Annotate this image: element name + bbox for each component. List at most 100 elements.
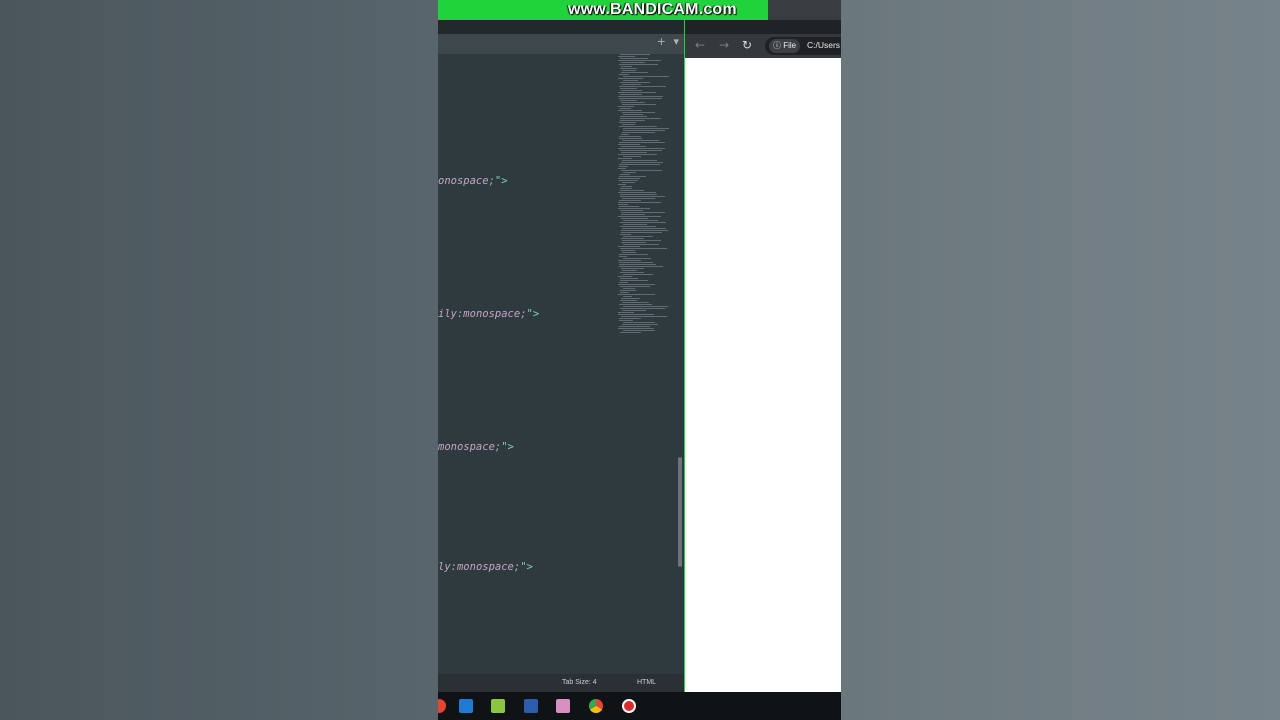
forward-arrow-icon[interactable]: →	[719, 38, 729, 52]
minimap-line	[621, 170, 662, 171]
minimap-line	[619, 136, 641, 137]
minimap-line	[618, 276, 632, 277]
minimap-line	[623, 322, 655, 323]
browser-tab-bar	[685, 20, 841, 34]
minimap-line	[618, 192, 656, 193]
watermark-text: www.BANDICAM.com	[568, 1, 737, 18]
minimap-line	[619, 138, 642, 139]
minimap-line	[620, 88, 637, 89]
minimap-line	[618, 202, 661, 203]
minimap-line	[623, 172, 636, 173]
minimap-line	[619, 254, 648, 255]
notepad-icon[interactable]	[491, 699, 505, 713]
minimap-line	[622, 70, 636, 71]
minimap-line	[622, 240, 661, 241]
minimap-line	[621, 146, 646, 147]
new-tab-button[interactable]: +	[657, 35, 666, 48]
browser-viewport[interactable]	[685, 58, 841, 692]
minimap-line	[620, 68, 637, 69]
record-icon[interactable]	[622, 699, 636, 713]
minimap-line	[618, 106, 634, 107]
minimap-line	[623, 306, 668, 307]
editor-scrollbar[interactable]	[678, 457, 682, 567]
minimap-line	[623, 220, 658, 221]
minimap-line	[619, 200, 641, 201]
minimap-line	[623, 288, 635, 289]
language-indicator[interactable]: HTML	[637, 679, 656, 686]
minimap-line	[619, 180, 638, 181]
minimap-line	[623, 330, 655, 331]
minimap-line	[618, 284, 655, 285]
minimap-line	[620, 94, 642, 95]
minimap-line	[619, 126, 657, 127]
editor-minimap[interactable]	[618, 54, 676, 344]
code-area[interactable]: onospace;"> ily:monospace;"> monospace;"…	[438, 54, 618, 674]
code-editor: + ▾ onospace;"> ily:monospace;"> monospa…	[438, 20, 685, 692]
minimap-line	[623, 80, 638, 81]
app-icon[interactable]	[459, 699, 473, 713]
minimap-line	[618, 96, 663, 97]
minimap-line	[620, 116, 647, 117]
minimap-line	[618, 208, 650, 209]
code-line: ly:monospace;">	[438, 561, 533, 573]
minimap-line	[620, 82, 650, 83]
chrome-icon[interactable]	[438, 699, 446, 713]
minimap-line	[620, 308, 665, 309]
minimap-line	[621, 268, 644, 269]
minimap-line	[621, 218, 648, 219]
minimap-line	[621, 214, 645, 215]
word-icon[interactable]	[524, 699, 538, 713]
paint-icon[interactable]	[556, 699, 570, 713]
minimap-line	[619, 86, 666, 87]
minimap-line	[622, 84, 641, 85]
minimap-line	[620, 54, 650, 55]
minimap-line	[620, 120, 645, 121]
minimap-line	[620, 280, 648, 281]
url-text[interactable]: C:/Users	[807, 40, 840, 50]
minimap-line	[623, 128, 669, 129]
minimap-line	[621, 298, 640, 299]
code-line: ily:monospace;">	[438, 308, 540, 320]
minimap-line	[619, 64, 658, 65]
minimap-line	[618, 144, 640, 145]
back-arrow-icon[interactable]: ←	[695, 38, 705, 52]
minimap-line	[620, 100, 637, 101]
minimap-line	[618, 294, 655, 295]
window-title-strip	[768, 0, 841, 20]
minimap-line	[618, 158, 632, 159]
minimap-line	[620, 300, 637, 301]
minimap-line	[621, 152, 647, 153]
reload-icon[interactable]: ↻	[742, 38, 752, 52]
minimap-line	[619, 266, 663, 267]
minimap-line	[620, 210, 643, 211]
minimap-line	[620, 150, 662, 151]
address-bar[interactable]: ⓘ File C:/Users	[765, 37, 841, 55]
chrome-icon[interactable]	[589, 699, 603, 713]
minimap-line	[621, 62, 645, 63]
editor-tab-strip: + ▾	[438, 34, 685, 54]
tab-menu-chevron-icon[interactable]: ▾	[673, 35, 679, 48]
site-info-chip[interactable]: ⓘ File	[769, 39, 801, 53]
minimap-line	[623, 274, 653, 275]
minimap-line	[621, 212, 665, 213]
minimap-line	[621, 238, 644, 239]
minimap-line	[618, 216, 661, 217]
minimap-line	[622, 132, 655, 133]
minimap-line	[618, 312, 634, 313]
browser-window: ← → ↻ ⓘ File C:/Users	[685, 20, 841, 692]
minimap-line	[619, 166, 628, 167]
minimap-line	[622, 160, 657, 161]
minimap-line	[619, 74, 629, 75]
minimap-line	[623, 224, 647, 225]
code-line: onospace;">	[438, 175, 508, 187]
tab-size-indicator[interactable]: Tab Size: 4	[562, 679, 597, 686]
minimap-line	[620, 248, 667, 249]
minimap-line	[620, 108, 631, 109]
minimap-line	[618, 328, 654, 329]
minimap-line	[622, 124, 635, 125]
minimap-line	[622, 140, 659, 141]
minimap-line	[619, 262, 653, 263]
minimap-line	[620, 278, 638, 279]
minimap-line	[623, 76, 669, 77]
minimap-line	[619, 282, 628, 283]
